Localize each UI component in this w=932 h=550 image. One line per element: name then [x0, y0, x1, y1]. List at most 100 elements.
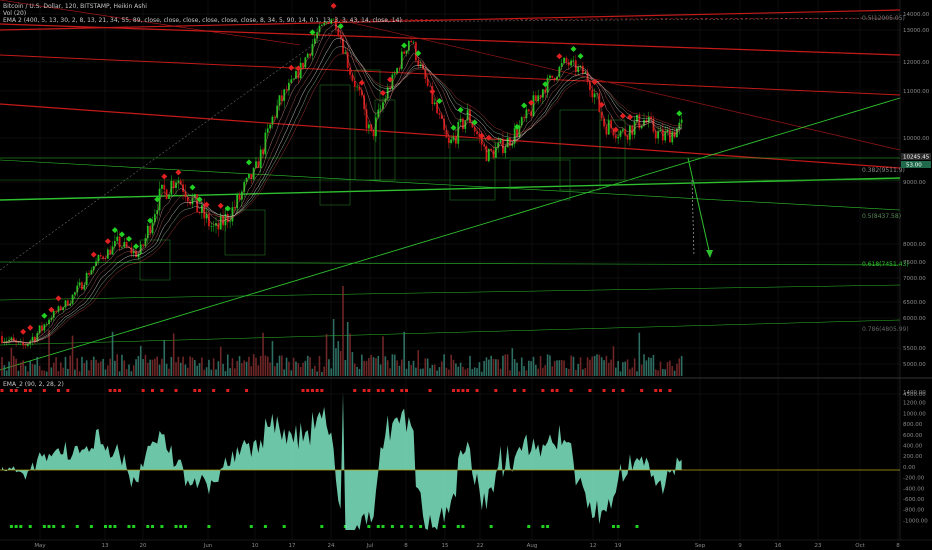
volume-bar — [243, 360, 246, 376]
price-axis: 14000.00 13000.00 12000.00 11000.00 10000.00… — [903, 12, 930, 398]
candle-body — [417, 60, 420, 66]
volume-bar — [657, 370, 659, 376]
volume-bar — [36, 356, 39, 376]
volume-bar — [250, 366, 253, 376]
volume-bar — [88, 370, 90, 376]
volume-bar — [551, 366, 554, 376]
volume-bar — [443, 354, 445, 376]
sell-dot — [376, 389, 380, 392]
candle-body — [375, 117, 377, 137]
volume-bar — [464, 369, 467, 376]
volume-bar — [598, 354, 601, 376]
candle-body — [607, 120, 610, 135]
projection-arrow — [691, 179, 695, 257]
candle-body — [551, 75, 554, 78]
volume-bar — [527, 360, 530, 376]
volume-bar — [69, 355, 71, 376]
candle-body — [494, 147, 497, 158]
volume-bar — [669, 360, 671, 376]
volume-bar — [71, 335, 74, 376]
time-tick: Aug — [527, 543, 538, 549]
sell-dot — [569, 389, 573, 392]
buy-dot — [47, 525, 51, 528]
sell-signal — [27, 324, 34, 331]
buy-signal — [337, 23, 344, 30]
volume-bar — [582, 369, 584, 376]
price-chart[interactable]: 0.5(12905.05) 0.382(9511.9) 0.5(8437.58) 0.… — [0, 0, 932, 550]
volume-bar — [85, 360, 88, 376]
candle-body — [377, 109, 380, 118]
volume-bar — [365, 361, 368, 376]
volume-bar — [234, 368, 236, 376]
oscillator-tick: 600.00 — [903, 433, 923, 439]
volume-bar — [647, 357, 650, 376]
candle-body — [273, 116, 276, 118]
fib-label: 0.786(4805.99) — [862, 326, 909, 333]
buy-dot — [42, 525, 46, 528]
volume-bar — [542, 367, 544, 376]
volume-bar — [99, 361, 102, 376]
candle-body — [38, 325, 41, 334]
volume-bar — [194, 360, 196, 376]
volume-bar — [415, 367, 417, 376]
volume-bar — [450, 354, 452, 376]
buy-dot — [400, 525, 404, 528]
volume-bar — [403, 331, 405, 376]
buy-signal — [125, 235, 132, 242]
volume-bar — [455, 363, 457, 376]
candle-body — [429, 85, 431, 87]
volume-bar — [212, 358, 215, 376]
volume-bar — [330, 368, 333, 376]
volume-bar — [384, 356, 387, 376]
volume-bar — [419, 368, 422, 376]
sell-dot — [456, 389, 460, 392]
volume-bar — [433, 364, 436, 376]
volume-bar — [12, 356, 15, 376]
candle-body — [447, 137, 450, 143]
volume-bar — [57, 371, 60, 376]
sell-dot — [494, 389, 498, 392]
volume-bar — [436, 370, 438, 376]
trendline — [0, 319, 901, 346]
volume-bar — [276, 362, 278, 376]
trendline — [0, 97, 901, 371]
candle-body — [210, 226, 213, 227]
volume-bar — [121, 354, 123, 376]
candle-body — [680, 119, 683, 123]
volume-bar — [408, 360, 410, 376]
sell-dot — [108, 389, 112, 392]
volume-bar — [659, 361, 662, 376]
volume-bar — [426, 358, 429, 376]
candle-body — [631, 125, 634, 135]
volume-bar — [509, 370, 511, 376]
volume-bar — [161, 358, 163, 376]
volume-bar — [309, 357, 311, 376]
volume-bar — [175, 362, 177, 376]
volume-bar — [34, 364, 36, 376]
volume-bar — [342, 286, 344, 376]
buy-dot — [52, 525, 56, 528]
buy-dot — [409, 525, 413, 528]
sell-dot — [550, 389, 554, 392]
volume-bar — [177, 356, 180, 376]
buy-dot — [442, 525, 446, 528]
volume-bar — [168, 368, 170, 376]
price-tick: 5000.00 — [903, 362, 926, 368]
volume-bar — [349, 333, 351, 376]
buy-dot — [263, 525, 267, 528]
volume-bar — [255, 357, 257, 376]
candle-body — [563, 57, 565, 64]
time-tick: 8 — [896, 543, 900, 549]
candle-body — [577, 66, 580, 72]
buy-dot — [103, 525, 107, 528]
volume-bar — [654, 369, 657, 376]
candle-body — [118, 236, 121, 248]
volume-bar — [205, 367, 208, 376]
volume-bar — [109, 358, 111, 376]
volume-bar — [483, 361, 485, 376]
oscillator-tick: -1000.00 — [903, 518, 928, 524]
buy-dot — [367, 525, 371, 528]
volume-bar — [323, 366, 325, 376]
volume-bar — [652, 354, 655, 376]
candle-body — [81, 282, 83, 290]
